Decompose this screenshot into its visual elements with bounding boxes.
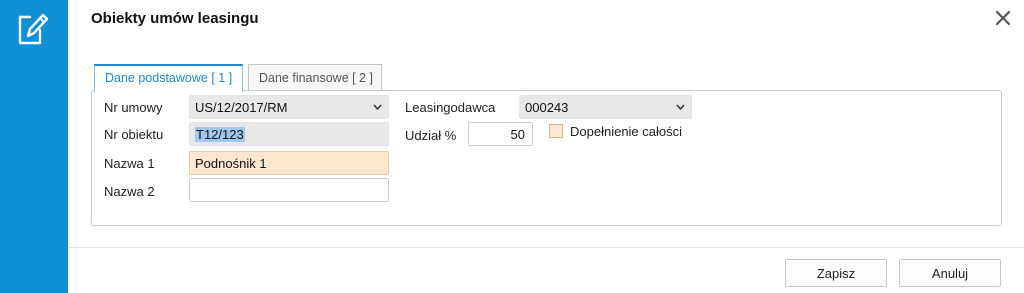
- udzial-value: 50: [510, 127, 525, 142]
- chevron-down-icon: [676, 104, 685, 110]
- nazwa2-field[interactable]: [189, 178, 389, 202]
- nazwa1-field[interactable]: Podnośnik 1: [189, 151, 389, 175]
- footer-divider: [68, 247, 1024, 248]
- close-icon[interactable]: [994, 9, 1012, 27]
- nr-obiektu-value: T12/123: [195, 127, 245, 142]
- nazwa1-label: Nazwa 1: [104, 156, 155, 171]
- dialog-title: Obiekty umów leasingu: [91, 10, 259, 27]
- leasingodawca-select[interactable]: 000243: [519, 95, 692, 119]
- tab-dane-podstawowe[interactable]: Dane podstawowe [ 1 ]: [94, 64, 243, 92]
- dialog-titlebar: Obiekty umów leasingu: [68, 0, 1024, 36]
- edit-document-icon: [18, 13, 48, 45]
- nazwa1-value: Podnośnik 1: [195, 156, 267, 171]
- save-button[interactable]: Zapisz: [785, 259, 887, 287]
- dopelnienie-label: Dopełnienie całości: [570, 124, 683, 139]
- nr-umowy-value: US/12/2017/RM: [195, 100, 288, 115]
- nazwa2-label: Nazwa 2: [104, 184, 155, 199]
- nr-obiektu-field[interactable]: T12/123: [189, 122, 389, 146]
- nr-umowy-select[interactable]: US/12/2017/RM: [189, 95, 389, 119]
- tab-dane-finansowe[interactable]: Dane finansowe [ 2 ]: [248, 64, 382, 91]
- udzial-field[interactable]: 50: [468, 122, 533, 146]
- udzial-label: Udział %: [405, 128, 457, 143]
- cancel-button[interactable]: Anuluj: [899, 259, 1001, 287]
- chevron-down-icon: [373, 104, 382, 110]
- nr-umowy-label: Nr umowy: [104, 100, 163, 115]
- leasingodawca-label: Leasingodawca: [405, 100, 496, 115]
- left-sidebar: [0, 0, 68, 293]
- dopelnienie-checkbox[interactable]: [549, 124, 563, 138]
- leasingodawca-value: 000243: [525, 100, 569, 115]
- nr-obiektu-label: Nr obiektu: [104, 127, 164, 142]
